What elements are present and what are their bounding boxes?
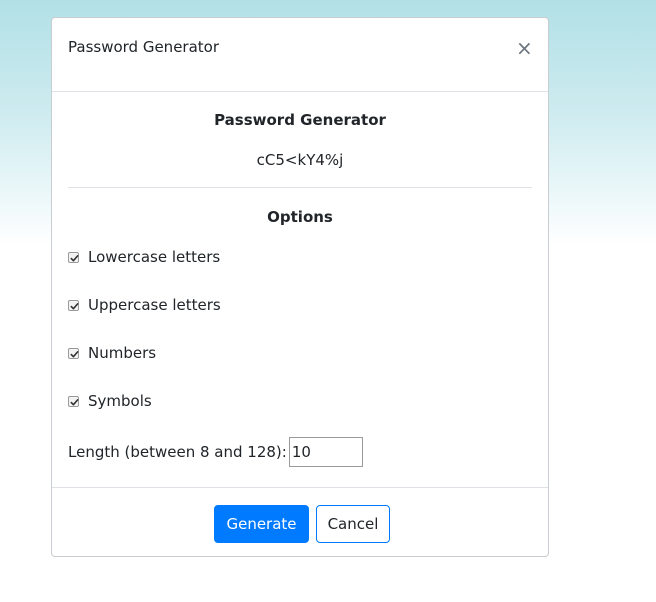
checkmark-icon [70, 302, 79, 309]
cancel-button[interactable]: Cancel [316, 505, 390, 543]
modal-header: Password Generator × [52, 18, 548, 92]
length-row: Length (between 8 and 128): [68, 437, 363, 467]
close-icon[interactable]: × [516, 37, 533, 59]
generated-password: cC5<kY4%j [256, 151, 344, 169]
option-label: Uppercase letters [88, 296, 221, 314]
numbers-checkbox[interactable] [68, 347, 79, 359]
option-numbers[interactable]: Numbers [68, 343, 156, 363]
option-symbols[interactable]: Symbols [68, 391, 152, 411]
checkmark-icon [70, 350, 79, 357]
checkmark-icon [70, 254, 79, 261]
modal-body: Password Generator cC5<kY4%j Options Low… [52, 92, 548, 487]
option-label: Symbols [88, 392, 152, 410]
uppercase-checkbox[interactable] [68, 299, 79, 311]
option-lowercase[interactable]: Lowercase letters [68, 247, 220, 267]
password-generator-modal: Password Generator × Password Generator … [51, 17, 549, 557]
option-uppercase[interactable]: Uppercase letters [68, 295, 221, 315]
option-label: Lowercase letters [88, 248, 221, 266]
divider [68, 187, 532, 188]
length-label: Length (between 8 and 128): [68, 443, 287, 461]
option-label: Numbers [88, 344, 157, 362]
options-heading: Options [267, 208, 333, 226]
generator-heading: Password Generator [214, 111, 386, 129]
symbols-checkbox[interactable] [68, 395, 79, 407]
length-input[interactable] [288, 437, 363, 467]
modal-footer: Generate Cancel [52, 487, 548, 558]
checkmark-icon [70, 398, 79, 405]
lowercase-checkbox[interactable] [68, 251, 79, 263]
generate-button[interactable]: Generate [214, 505, 309, 543]
modal-title: Password Generator [68, 38, 220, 56]
